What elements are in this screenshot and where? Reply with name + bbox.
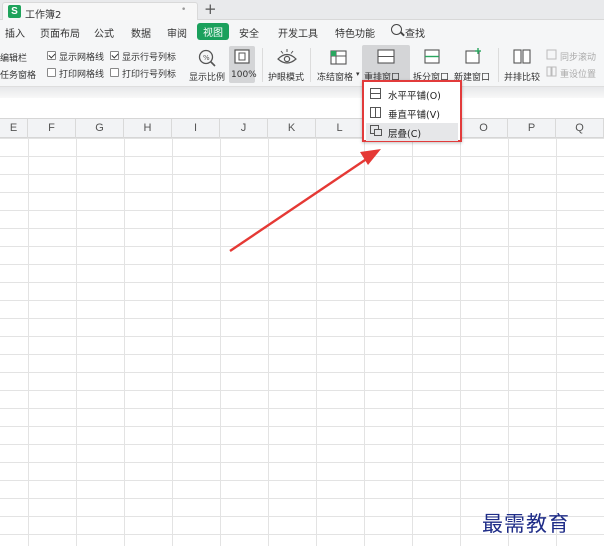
column-header-cell[interactable]: L [316, 119, 364, 138]
print-gridlines-checkbox[interactable] [47, 68, 56, 77]
menu-item-tile-horizontal[interactable]: 水平平铺(O) [366, 85, 458, 103]
column-header: E F G H I J K L M N O P Q [0, 118, 604, 138]
menu-page-layout[interactable]: 页面布局 [40, 25, 80, 40]
title-bar: S 工作簿2 • + [0, 0, 604, 21]
grid-column-line [508, 138, 509, 546]
print-headers-checkbox[interactable] [110, 68, 119, 77]
watermark-text: 最需教育 [482, 512, 570, 536]
zoom-100-icon [234, 49, 250, 64]
menu-item-label: 水平平铺(O) [388, 91, 441, 102]
menu-view[interactable]: 视图 [197, 23, 229, 40]
ribbon-separator [262, 48, 263, 82]
eye-icon[interactable] [276, 47, 298, 67]
column-header-cell[interactable]: K [268, 119, 316, 138]
column-header-cell[interactable]: I [172, 119, 220, 138]
new-window-icon[interactable] [463, 47, 483, 67]
column-header-cell[interactable]: O [460, 119, 508, 138]
reset-position-icon [546, 66, 557, 77]
grid-column-line [124, 138, 125, 546]
tile-horizontal-icon [370, 88, 381, 99]
tab-close-icon[interactable]: • [181, 5, 186, 15]
document-title: 工作簿2 [25, 10, 62, 21]
menu-insert[interactable]: 插入 [5, 25, 25, 40]
grid-column-line [364, 138, 365, 546]
show-gridlines-checkbox[interactable] [47, 51, 56, 60]
sync-scroll-label: 同步滚动 [560, 53, 597, 63]
grid-column-line [28, 138, 29, 546]
menu-item-label: 层叠(C) [388, 129, 422, 140]
zoom-100-label: 100% [231, 70, 257, 80]
column-header-cell[interactable]: H [124, 119, 172, 138]
column-header-cell[interactable]: E [0, 119, 28, 138]
menu-item-cascade[interactable]: 层叠(C) [366, 123, 458, 141]
cell-grid[interactable] [0, 138, 604, 546]
zoom-label[interactable]: 显示比例 [189, 70, 225, 83]
zoom-icon[interactable]: % [197, 48, 217, 68]
edit-bar-label[interactable]: 编辑栏 [0, 51, 27, 64]
sync-scroll-icon [546, 49, 557, 60]
grid-column-line [268, 138, 269, 546]
arrange-windows-icon [377, 49, 395, 64]
menu-find[interactable]: 查找 [405, 25, 425, 40]
menu-bar: 插入 页面布局 公式 数据 审阅 视图 安全 开发工具 特色功能 查找 [0, 20, 604, 42]
column-header-cell[interactable]: J [220, 119, 268, 138]
cascade-icon [370, 125, 382, 136]
grid-column-line [460, 138, 461, 546]
menu-item-tile-vertical[interactable]: 垂直平铺(V) [366, 104, 458, 122]
arrange-windows-dropdown: 水平平铺(O) 垂直平铺(V) 层叠(C) [362, 80, 462, 142]
ribbon-separator [310, 48, 311, 82]
side-by-side-label[interactable]: 并排比较 [504, 70, 540, 83]
column-header-cell[interactable]: Q [556, 119, 604, 138]
grid-column-line [172, 138, 173, 546]
column-header-cell[interactable]: P [508, 119, 556, 138]
svg-text:%: % [203, 54, 210, 62]
task-pane-label[interactable]: 任务窗格 [0, 68, 36, 81]
menu-formula[interactable]: 公式 [94, 25, 114, 40]
print-gridlines-label: 打印网格线 [59, 70, 105, 80]
column-header-cell[interactable]: G [76, 119, 124, 138]
spreadsheet-icon: S [8, 5, 21, 18]
column-header-cell[interactable]: F [28, 119, 76, 138]
show-headers-checkbox[interactable] [110, 51, 119, 60]
menu-item-label: 垂直平铺(V) [388, 110, 440, 121]
menu-special-features[interactable]: 特色功能 [335, 25, 375, 40]
side-by-side-icon[interactable] [512, 47, 532, 67]
grid-column-line [76, 138, 77, 546]
show-headers-label: 显示行号列标 [122, 53, 177, 63]
freeze-chevron-down-icon: ▾ [356, 70, 360, 78]
print-headers-label: 打印行号列标 [122, 70, 177, 80]
menu-data[interactable]: 数据 [131, 25, 151, 40]
tile-vertical-icon [370, 107, 381, 118]
menu-security[interactable]: 安全 [239, 25, 259, 40]
show-gridlines-label: 显示网格线 [59, 53, 105, 63]
new-tab-button[interactable]: + [204, 0, 217, 18]
grid-column-line [220, 138, 221, 546]
freeze-panes-icon[interactable] [328, 47, 350, 67]
grid-column-line [316, 138, 317, 546]
grid-column-line [556, 138, 557, 546]
ribbon-bottom-edge [0, 86, 604, 98]
eye-mode-label[interactable]: 护眼模式 [268, 70, 304, 83]
split-window-icon[interactable] [422, 47, 442, 67]
search-icon[interactable] [391, 24, 402, 35]
menu-review[interactable]: 审阅 [167, 25, 187, 40]
reset-position-label: 重设位置 [560, 70, 597, 80]
freeze-panes-label[interactable]: 冻结窗格 [317, 70, 353, 83]
menu-developer-tools[interactable]: 开发工具 [278, 25, 318, 40]
grid-column-line [412, 138, 413, 546]
ribbon-separator [498, 48, 499, 82]
document-tab[interactable]: S 工作簿2 • [2, 2, 198, 21]
